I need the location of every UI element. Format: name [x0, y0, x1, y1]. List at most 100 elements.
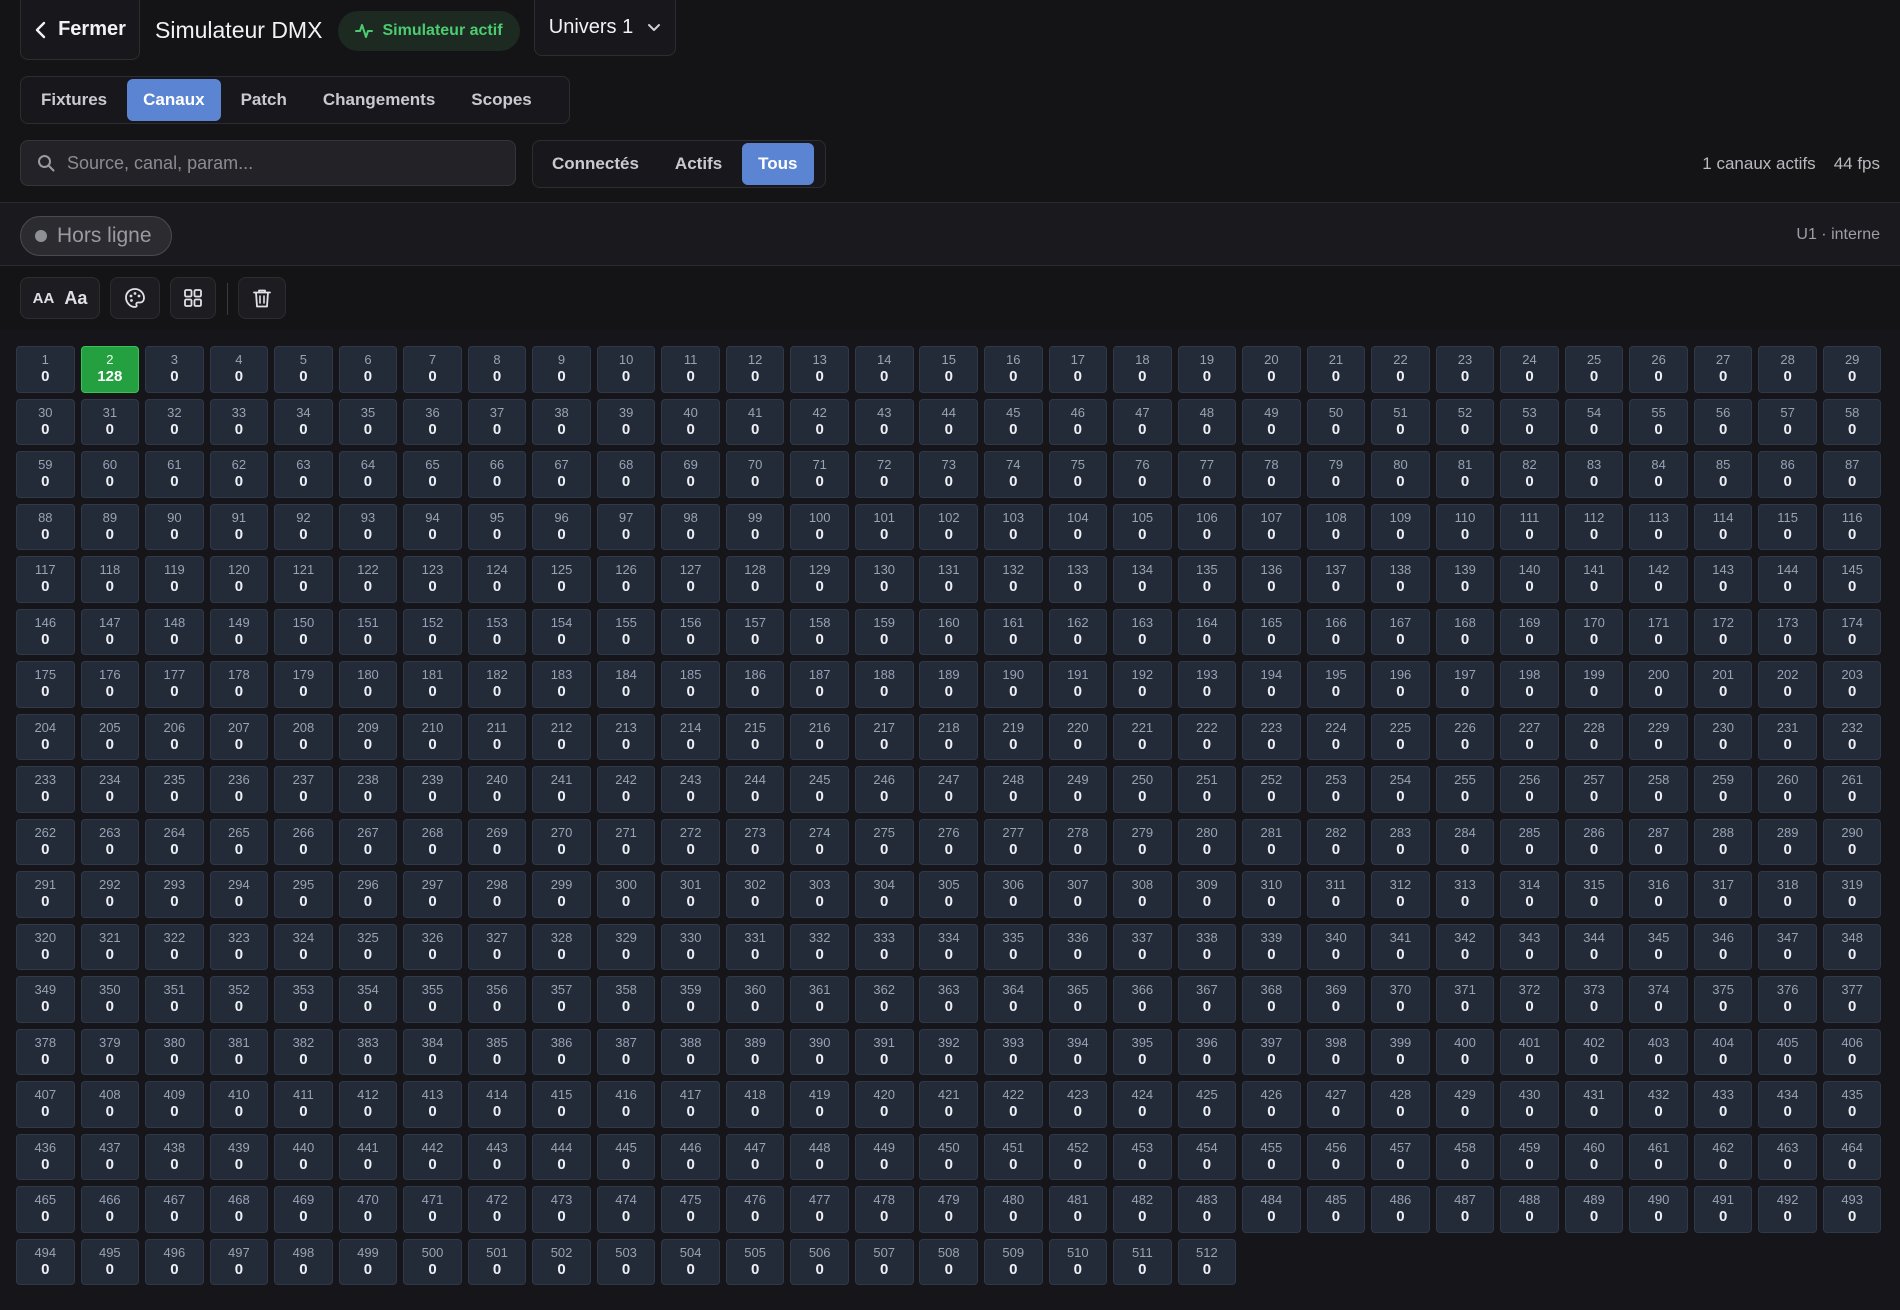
channel-cell[interactable]: 154 0 [532, 608, 591, 655]
channel-cell[interactable]: 184 0 [596, 661, 656, 708]
channel-cell[interactable]: 413 0 [403, 1081, 462, 1128]
channel-cell[interactable]: 472 0 [467, 1186, 527, 1233]
channel-cell[interactable]: 481 0 [1048, 1186, 1108, 1233]
channel-cell[interactable]: 458 0 [1435, 1133, 1495, 1180]
channel-cell[interactable]: 274 0 [790, 818, 849, 865]
channel-cell[interactable]: 482 0 [1113, 1186, 1172, 1233]
channel-cell[interactable]: 303 0 [790, 871, 849, 918]
channel-cell[interactable]: 148 0 [145, 608, 204, 655]
channel-cell[interactable]: 235 0 [145, 766, 204, 813]
channel-cell[interactable]: 291 0 [16, 871, 75, 918]
channel-cell[interactable]: 256 0 [1500, 766, 1559, 813]
filter-tous[interactable]: Tous [742, 143, 814, 185]
channel-cell[interactable]: 216 0 [790, 713, 849, 760]
channel-cell[interactable]: 132 0 [983, 556, 1043, 603]
channel-cell[interactable]: 25 0 [1564, 346, 1624, 393]
channel-cell[interactable]: 385 0 [467, 1028, 527, 1075]
channel-cell[interactable]: 207 0 [209, 713, 269, 760]
channel-cell[interactable]: 238 0 [338, 766, 398, 813]
channel-cell[interactable]: 36 0 [403, 398, 462, 445]
channel-cell[interactable]: 324 0 [274, 923, 333, 970]
channel-cell[interactable]: 135 0 [1177, 556, 1237, 603]
channel-cell[interactable]: 412 0 [338, 1081, 398, 1128]
channel-cell[interactable]: 198 0 [1500, 661, 1559, 708]
channel-cell[interactable]: 497 0 [209, 1238, 269, 1285]
channel-cell[interactable]: 165 0 [1242, 608, 1301, 655]
channel-cell[interactable]: 418 0 [725, 1081, 785, 1128]
channel-cell[interactable]: 426 0 [1242, 1081, 1301, 1128]
channel-cell[interactable]: 464 0 [1822, 1133, 1882, 1180]
channel-cell[interactable]: 149 0 [209, 608, 269, 655]
channel-cell[interactable]: 226 0 [1435, 713, 1495, 760]
channel-cell[interactable]: 350 0 [80, 976, 140, 1023]
channel-cell[interactable]: 393 0 [983, 1028, 1043, 1075]
channel-cell[interactable]: 193 0 [1177, 661, 1237, 708]
channel-cell[interactable]: 215 0 [725, 713, 785, 760]
channel-cell[interactable]: 236 0 [209, 766, 269, 813]
channel-cell[interactable]: 401 0 [1500, 1028, 1559, 1075]
channel-cell[interactable]: 299 0 [532, 871, 591, 918]
channel-cell[interactable]: 252 0 [1242, 766, 1301, 813]
channel-cell[interactable]: 311 0 [1306, 871, 1366, 918]
channel-cell[interactable]: 185 0 [661, 661, 720, 708]
channel-cell[interactable]: 253 0 [1306, 766, 1366, 813]
channel-cell[interactable]: 59 0 [16, 451, 75, 498]
channel-cell[interactable]: 35 0 [338, 398, 398, 445]
channel-cell[interactable]: 498 0 [274, 1238, 333, 1285]
channel-cell[interactable]: 485 0 [1306, 1186, 1366, 1233]
channel-cell[interactable]: 208 0 [274, 713, 333, 760]
channel-cell[interactable]: 360 0 [725, 976, 785, 1023]
channel-cell[interactable]: 399 0 [1371, 1028, 1430, 1075]
channel-cell[interactable]: 146 0 [16, 608, 75, 655]
channel-cell[interactable]: 302 0 [725, 871, 785, 918]
channel-cell[interactable]: 123 0 [403, 556, 462, 603]
channel-cell[interactable]: 100 0 [790, 503, 849, 550]
channel-cell[interactable]: 382 0 [274, 1028, 333, 1075]
channel-cell[interactable]: 437 0 [80, 1133, 140, 1180]
channel-cell[interactable]: 505 0 [725, 1238, 785, 1285]
channel-cell[interactable]: 152 0 [403, 608, 462, 655]
channel-cell[interactable]: 308 0 [1113, 871, 1172, 918]
channel-cell[interactable]: 223 0 [1242, 713, 1301, 760]
channel-cell[interactable]: 309 0 [1177, 871, 1237, 918]
channel-cell[interactable]: 244 0 [725, 766, 785, 813]
channel-cell[interactable]: 362 0 [854, 976, 914, 1023]
channel-cell[interactable]: 225 0 [1371, 713, 1430, 760]
channel-cell[interactable]: 75 0 [1048, 451, 1108, 498]
channel-cell[interactable]: 466 0 [80, 1186, 140, 1233]
channel-cell[interactable]: 15 0 [919, 346, 979, 393]
channel-cell[interactable]: 217 0 [854, 713, 914, 760]
channel-cell[interactable]: 177 0 [145, 661, 204, 708]
channel-cell[interactable]: 78 0 [1242, 451, 1301, 498]
channel-cell[interactable]: 178 0 [209, 661, 269, 708]
channel-cell[interactable]: 298 0 [467, 871, 527, 918]
channel-cell[interactable]: 10 0 [596, 346, 656, 393]
channel-cell[interactable]: 422 0 [983, 1081, 1043, 1128]
channel-cell[interactable]: 319 0 [1822, 871, 1882, 918]
channel-cell[interactable]: 384 0 [403, 1028, 462, 1075]
channel-cell[interactable]: 493 0 [1822, 1186, 1882, 1233]
channel-cell[interactable]: 364 0 [983, 976, 1043, 1023]
channel-cell[interactable]: 460 0 [1564, 1133, 1624, 1180]
channel-cell[interactable]: 127 0 [661, 556, 720, 603]
channel-cell[interactable]: 295 0 [274, 871, 333, 918]
channel-cell[interactable]: 188 0 [854, 661, 914, 708]
channel-cell[interactable]: 158 0 [790, 608, 849, 655]
channel-cell[interactable]: 222 0 [1177, 713, 1237, 760]
channel-cell[interactable]: 230 0 [1693, 713, 1753, 760]
channel-cell[interactable]: 495 0 [80, 1238, 140, 1285]
channel-cell[interactable]: 57 0 [1758, 398, 1817, 445]
channel-cell[interactable]: 361 0 [790, 976, 849, 1023]
channel-cell[interactable]: 425 0 [1177, 1081, 1237, 1128]
channel-cell[interactable]: 500 0 [403, 1238, 462, 1285]
channel-cell[interactable]: 488 0 [1500, 1186, 1559, 1233]
channel-cell[interactable]: 205 0 [80, 713, 140, 760]
channel-cell[interactable]: 283 0 [1371, 818, 1430, 865]
channel-cell[interactable]: 383 0 [338, 1028, 398, 1075]
channel-cell[interactable]: 474 0 [596, 1186, 656, 1233]
clear-button[interactable] [238, 277, 286, 319]
channel-cell[interactable]: 434 0 [1758, 1081, 1817, 1128]
channel-cell[interactable]: 168 0 [1435, 608, 1495, 655]
channel-cell[interactable]: 16 0 [983, 346, 1043, 393]
channel-cell[interactable]: 32 0 [145, 398, 204, 445]
